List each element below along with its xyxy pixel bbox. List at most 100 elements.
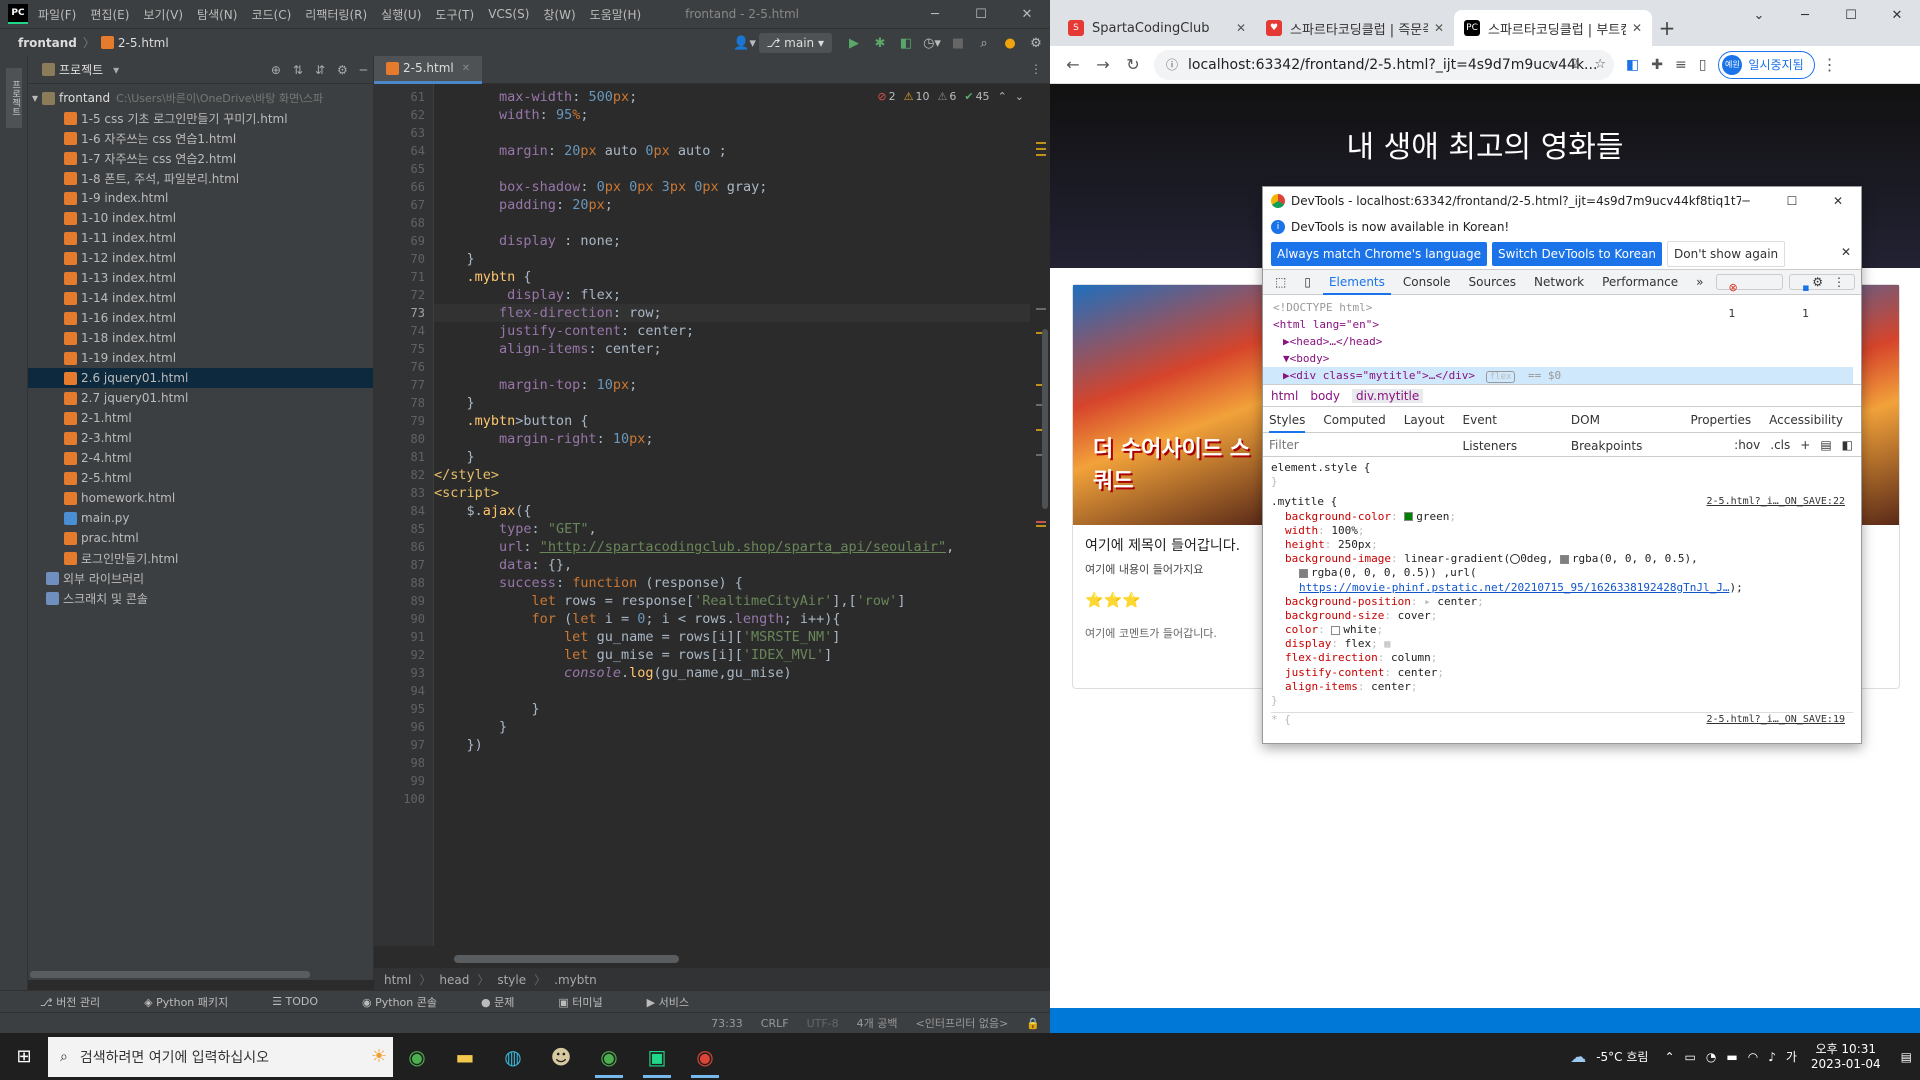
code-line[interactable]: justify-content: center;	[434, 322, 1030, 340]
tree-file[interactable]: 1-5 css 기초 로그인만들기 꾸미기.html	[28, 108, 373, 128]
code-line[interactable]	[434, 682, 1030, 700]
tab-network[interactable]: Network	[1528, 269, 1590, 295]
extension-icon[interactable]: ◧	[1626, 57, 1639, 73]
tree-file[interactable]: 2.6 jquery01.html	[28, 368, 373, 388]
run-icon[interactable]: ▶	[842, 31, 866, 55]
code-line[interactable]: let gu_name = rows[i]['MSRSTE_NM']	[434, 628, 1030, 646]
device-toggle-icon[interactable]: ▯	[1298, 269, 1317, 295]
project-label[interactable]: 프로젝트	[59, 61, 103, 78]
debug-icon[interactable]: ✱	[868, 31, 892, 55]
tab-console[interactable]: Console	[1397, 269, 1457, 295]
subtab-styles[interactable]: Styles	[1269, 407, 1306, 433]
subtab-computed[interactable]: Computed	[1323, 407, 1385, 433]
new-rule-button[interactable]: +	[1800, 438, 1810, 452]
tree-file[interactable]: 1-19 index.html	[28, 348, 373, 368]
file-explorer-icon[interactable]: ▬	[441, 1033, 489, 1080]
tree-file[interactable]: main.py	[28, 508, 373, 528]
sidebar-toggle-icon[interactable]: ◧	[1842, 438, 1853, 452]
pycharm-taskbar-icon[interactable]: ▣	[633, 1033, 681, 1080]
close-tab-icon[interactable]: ✕	[1236, 21, 1246, 35]
close-icon[interactable]: ✕	[1874, 0, 1920, 30]
tree-file[interactable]: 1-7 자주쓰는 css 연습2.html	[28, 148, 373, 168]
menu-tools[interactable]: 도구(T)	[435, 6, 474, 23]
tab-search-icon[interactable]: ⌄	[1736, 0, 1782, 30]
code-line[interactable]	[434, 160, 1030, 178]
tree-file[interactable]: 2-1.html	[28, 408, 373, 428]
nav-crumb-file[interactable]: 2-5.html	[118, 36, 169, 50]
menu-file[interactable]: 파일(F)	[38, 6, 76, 23]
tool-packages[interactable]: ◈ Python 패키지	[144, 994, 250, 1010]
site-info-icon[interactable]: ⓘ	[1166, 56, 1178, 73]
clock[interactable]: 오후 10:31 2023-01-04	[1811, 1042, 1881, 1072]
filter-input[interactable]: Filter	[1269, 438, 1299, 452]
code-line[interactable]: let gu_mise = rows[i]['IDEX_MVL']	[434, 646, 1030, 664]
editor-hscrollbar[interactable]	[454, 955, 679, 963]
menu-help[interactable]: 도움말(H)	[590, 6, 642, 23]
menu-vcs[interactable]: VCS(S)	[488, 7, 529, 21]
gear-icon[interactable]: ⚙	[337, 63, 348, 77]
browser-tab-1[interactable]: S SpartaCodingClub ✕	[1058, 10, 1256, 46]
locate-icon[interactable]: ⊕	[271, 63, 281, 77]
menu-window[interactable]: 창(W)	[543, 6, 575, 23]
volume-icon[interactable]: ♪	[1768, 1050, 1776, 1064]
code-line[interactable]: .mybtn>button {	[434, 412, 1030, 430]
code-line[interactable]: align-items: center;	[434, 340, 1030, 358]
tool-vcs[interactable]: ⎇ 버전 관리	[40, 994, 122, 1010]
flex-editor-icon[interactable]: ▦	[1384, 639, 1390, 650]
tree-file[interactable]: 1-11 index.html	[28, 228, 373, 248]
interpreter-setting[interactable]: <인터프리터 없음>	[916, 1015, 1009, 1031]
dom-node-selected[interactable]: ▶<div class="mytitle">…</div> flex == $0	[1263, 367, 1853, 384]
inspection-widget[interactable]: ⊘ 2 ⚠ 10 ⚠ 6 ✔ 45 ⌃ ⌄	[869, 90, 1024, 103]
code-line[interactable]: data: {},	[434, 556, 1030, 574]
crumb-body[interactable]: body	[1310, 389, 1340, 403]
code-line[interactable]	[434, 214, 1030, 232]
indent-setting[interactable]: 4개 공백	[857, 1015, 898, 1031]
line-separator[interactable]: CRLF	[761, 1017, 789, 1030]
tree-file[interactable]: 1-8 폰트, 주석, 파일분리.html	[28, 168, 373, 188]
hide-icon[interactable]: ─	[360, 63, 367, 77]
tree-file[interactable]: 1-18 index.html	[28, 328, 373, 348]
code-line[interactable]: display : none;	[434, 232, 1030, 250]
nav-crumb-project[interactable]: frontand	[18, 36, 77, 50]
code-line[interactable]: </style>	[434, 466, 1030, 484]
code-line[interactable]: padding: 20px;	[434, 196, 1030, 214]
code-line[interactable]: }	[434, 394, 1030, 412]
tree-file[interactable]: 2.7 jquery01.html	[28, 388, 373, 408]
code-line[interactable]: margin-right: 10px;	[434, 430, 1030, 448]
tree-file[interactable]: 로그인만들기.html	[28, 548, 373, 568]
dom-tree[interactable]: <!DOCTYPE html> <html lang="en"> ▶<head>…	[1263, 295, 1861, 385]
weather-text[interactable]: -5°C 흐림	[1596, 1048, 1648, 1065]
chevron-down-icon[interactable]: ▾	[113, 63, 119, 77]
code-line[interactable]: display: flex;	[434, 286, 1030, 304]
editor-vscrollbar[interactable]	[1042, 329, 1048, 509]
code-line[interactable]: console.log(gu_name,gu_mise)	[434, 664, 1030, 682]
browser-tab-3[interactable]: PC 스파르타코딩클럽 | 부트캠프 ✕	[1454, 10, 1652, 46]
dom-node[interactable]: <html lang="en">	[1273, 316, 1851, 333]
close-icon[interactable]: ✕	[1004, 0, 1050, 28]
crumb-html[interactable]: html	[1271, 389, 1298, 403]
maximize-icon[interactable]: ☐	[1828, 0, 1874, 30]
subtab-dom-breakpoints[interactable]: DOM Breakpoints	[1571, 407, 1673, 453]
tray-app-icon[interactable]: ◔	[1706, 1050, 1716, 1064]
dom-node[interactable]: <!DOCTYPE html>	[1273, 299, 1851, 316]
chrome-taskbar-icon[interactable]: ◉	[393, 1033, 441, 1080]
hover-state-toggle[interactable]: :hov	[1734, 438, 1760, 452]
close-tab-icon[interactable]: ✕	[462, 63, 470, 74]
menu-edit[interactable]: 편집(E)	[90, 6, 129, 23]
code-line[interactable]: margin-top: 10px;	[434, 376, 1030, 394]
tree-root[interactable]: ▾ frontand C:\Users\바른이\OneDrive\바탕 화면\스…	[28, 88, 373, 108]
bookmark-star-icon[interactable]: ☆	[1594, 57, 1606, 72]
dom-node[interactable]: ▶<head>…</head>	[1273, 333, 1851, 350]
new-tab-button[interactable]: +	[1652, 10, 1682, 46]
tree-file[interactable]: 1-13 index.html	[28, 268, 373, 288]
maximize-icon[interactable]: ☐	[1769, 187, 1815, 215]
editor-tab-2-5[interactable]: 2-5.html ✕	[374, 55, 483, 84]
code-line[interactable]: let rows = response['RealtimeCityAir'],[…	[434, 592, 1030, 610]
infobar-close-icon[interactable]: ✕	[1841, 245, 1851, 259]
code-line[interactable]: $.ajax({	[434, 502, 1030, 520]
code-line[interactable]: box-shadow: 0px 0px 3px 0px gray;	[434, 178, 1030, 196]
tray-app-icon[interactable]: ▭	[1685, 1050, 1696, 1064]
code-line[interactable]: flex-direction: row;	[434, 304, 1030, 322]
lock-icon[interactable]: 🔒	[1026, 1017, 1040, 1030]
tree-file[interactable]: 1-12 index.html	[28, 248, 373, 268]
